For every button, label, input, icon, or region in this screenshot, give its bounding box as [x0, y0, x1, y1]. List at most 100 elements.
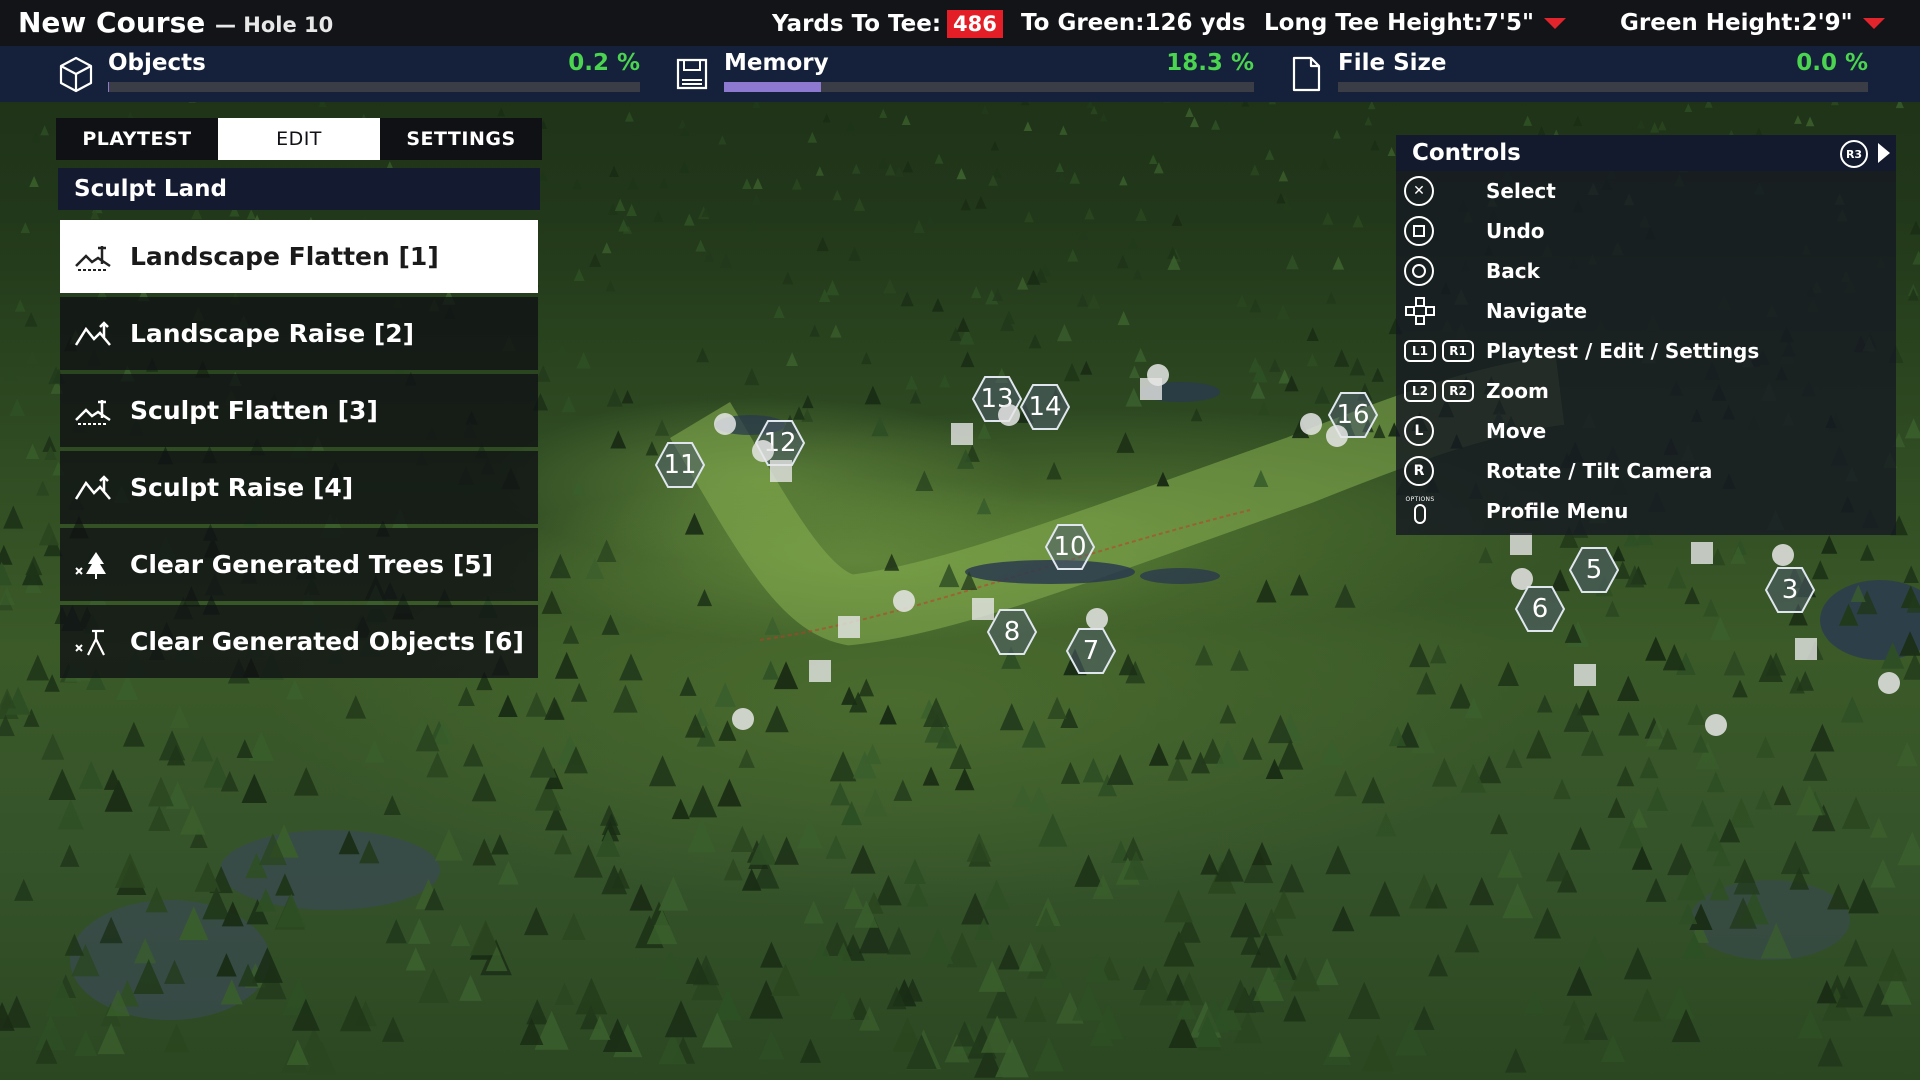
waypoint-square[interactable] [1510, 533, 1532, 555]
tree [998, 944, 1021, 970]
long-tee-height[interactable]: Long Tee Height: 7'5" [1264, 10, 1566, 36]
tree [293, 767, 319, 796]
tree [14, 299, 26, 312]
waypoint-marker[interactable] [714, 413, 736, 435]
hole-marker-14[interactable]: 14 [1019, 382, 1071, 432]
tree [610, 430, 627, 449]
waypoint-marker[interactable] [1705, 714, 1727, 736]
collapse-arrow-icon[interactable] [1878, 143, 1890, 163]
waypoint-marker[interactable] [1772, 544, 1794, 566]
waypoint-square[interactable] [1691, 542, 1713, 564]
green-height-value: 2'9" [1801, 10, 1853, 36]
waypoint-marker[interactable] [1878, 672, 1900, 694]
control-label: Move [1486, 419, 1547, 443]
tree [1027, 786, 1051, 814]
hole-marker-5[interactable]: 5 [1568, 545, 1620, 595]
waypoint-square[interactable] [972, 598, 994, 620]
tree [730, 825, 754, 853]
hole-marker-7[interactable]: 7 [1065, 626, 1117, 676]
tree [1664, 985, 1695, 1020]
waypoint-square[interactable] [809, 660, 831, 682]
waypoint-square[interactable] [1795, 638, 1817, 660]
tree [695, 239, 706, 252]
tree [1523, 115, 1533, 126]
tree [3, 505, 24, 529]
tool-sculpt-flatten[interactable]: Sculpt Flatten [3] [60, 374, 538, 447]
tool-clear-generated-objects[interactable]: Clear Generated Objects [6] [60, 605, 538, 678]
tree [723, 858, 743, 881]
tree [1319, 158, 1330, 170]
tree [1617, 675, 1640, 702]
tree [832, 189, 842, 201]
tree [1709, 616, 1731, 641]
tool-sculpt-raise[interactable]: Sculpt Raise [4] [60, 451, 538, 524]
tree [1896, 741, 1918, 767]
waypoint-square[interactable] [951, 423, 973, 445]
tree [1553, 778, 1571, 800]
hole-marker-6[interactable]: 6 [1514, 584, 1566, 634]
resource-track [724, 82, 1254, 92]
waypoint-marker[interactable] [732, 708, 754, 730]
tree [1478, 546, 1493, 564]
green-height[interactable]: Green Height: 2'9" [1620, 10, 1885, 36]
hole-marker-11[interactable]: 11 [654, 440, 706, 490]
cube-icon [59, 56, 93, 93]
r3-button-icon[interactable]: R3 [1840, 140, 1868, 168]
tree [1573, 115, 1583, 127]
tree [1732, 679, 1748, 698]
tree [1306, 353, 1319, 367]
tree [1636, 119, 1646, 129]
hole-marker-3[interactable]: 3 [1764, 565, 1816, 615]
waypoint-marker[interactable] [1300, 413, 1322, 435]
tree [1533, 907, 1562, 939]
waypoint-square[interactable] [770, 460, 792, 482]
hole-marker-8[interactable]: 8 [986, 607, 1038, 657]
waypoint-marker[interactable] [1511, 568, 1533, 590]
tree [751, 193, 762, 205]
tree [1536, 694, 1553, 713]
tree [1265, 149, 1275, 160]
hole-marker-10[interactable]: 10 [1044, 522, 1096, 572]
tree [1583, 1011, 1609, 1041]
waypoint-marker[interactable] [893, 590, 915, 612]
control-row-undo: Undo [1396, 211, 1896, 251]
landscape-raise-icon [74, 321, 111, 346]
dropdown-arrow-icon[interactable] [1543, 17, 1566, 29]
tree [541, 590, 563, 614]
tree [1502, 883, 1533, 919]
tab-playtest[interactable]: PLAYTEST [56, 118, 218, 160]
waypoint-marker[interactable] [1086, 608, 1108, 630]
tree [38, 522, 60, 546]
tree [554, 651, 579, 679]
options-button-icon [1414, 504, 1426, 524]
top-status-bar: New Course — Hole 10 Yards To Tee: 486 T… [0, 0, 1920, 46]
tree [463, 743, 484, 767]
tool-clear-generated-trees[interactable]: Clear Generated Trees [5] [60, 528, 538, 601]
tab-settings[interactable]: SETTINGS [380, 118, 542, 160]
tree [683, 213, 695, 226]
tree [1059, 125, 1068, 135]
waypoint-square[interactable] [1140, 378, 1162, 400]
tree [853, 197, 866, 211]
tab-edit[interactable]: EDIT [218, 118, 380, 160]
tree [1413, 1006, 1435, 1030]
tree [1706, 771, 1725, 793]
tree [1271, 890, 1297, 919]
tree [704, 250, 715, 262]
tree [1164, 889, 1193, 923]
waypoint-marker[interactable] [998, 404, 1020, 426]
tree [450, 923, 471, 947]
tree [773, 305, 785, 318]
dropdown-arrow-icon[interactable] [1862, 17, 1885, 29]
waypoint-marker[interactable] [752, 440, 774, 462]
waypoint-marker[interactable] [1326, 425, 1348, 447]
tree [572, 480, 585, 495]
tool-landscape-raise[interactable]: Landscape Raise [2] [60, 297, 538, 370]
waypoint-square[interactable] [838, 616, 860, 638]
landscape-flatten-icon [75, 246, 111, 271]
tree [1038, 813, 1068, 847]
waypoint-square[interactable] [1574, 664, 1596, 686]
tree [25, 350, 39, 365]
tool-landscape-flatten[interactable]: Landscape Flatten [1] [60, 220, 538, 293]
tree [1084, 207, 1095, 220]
